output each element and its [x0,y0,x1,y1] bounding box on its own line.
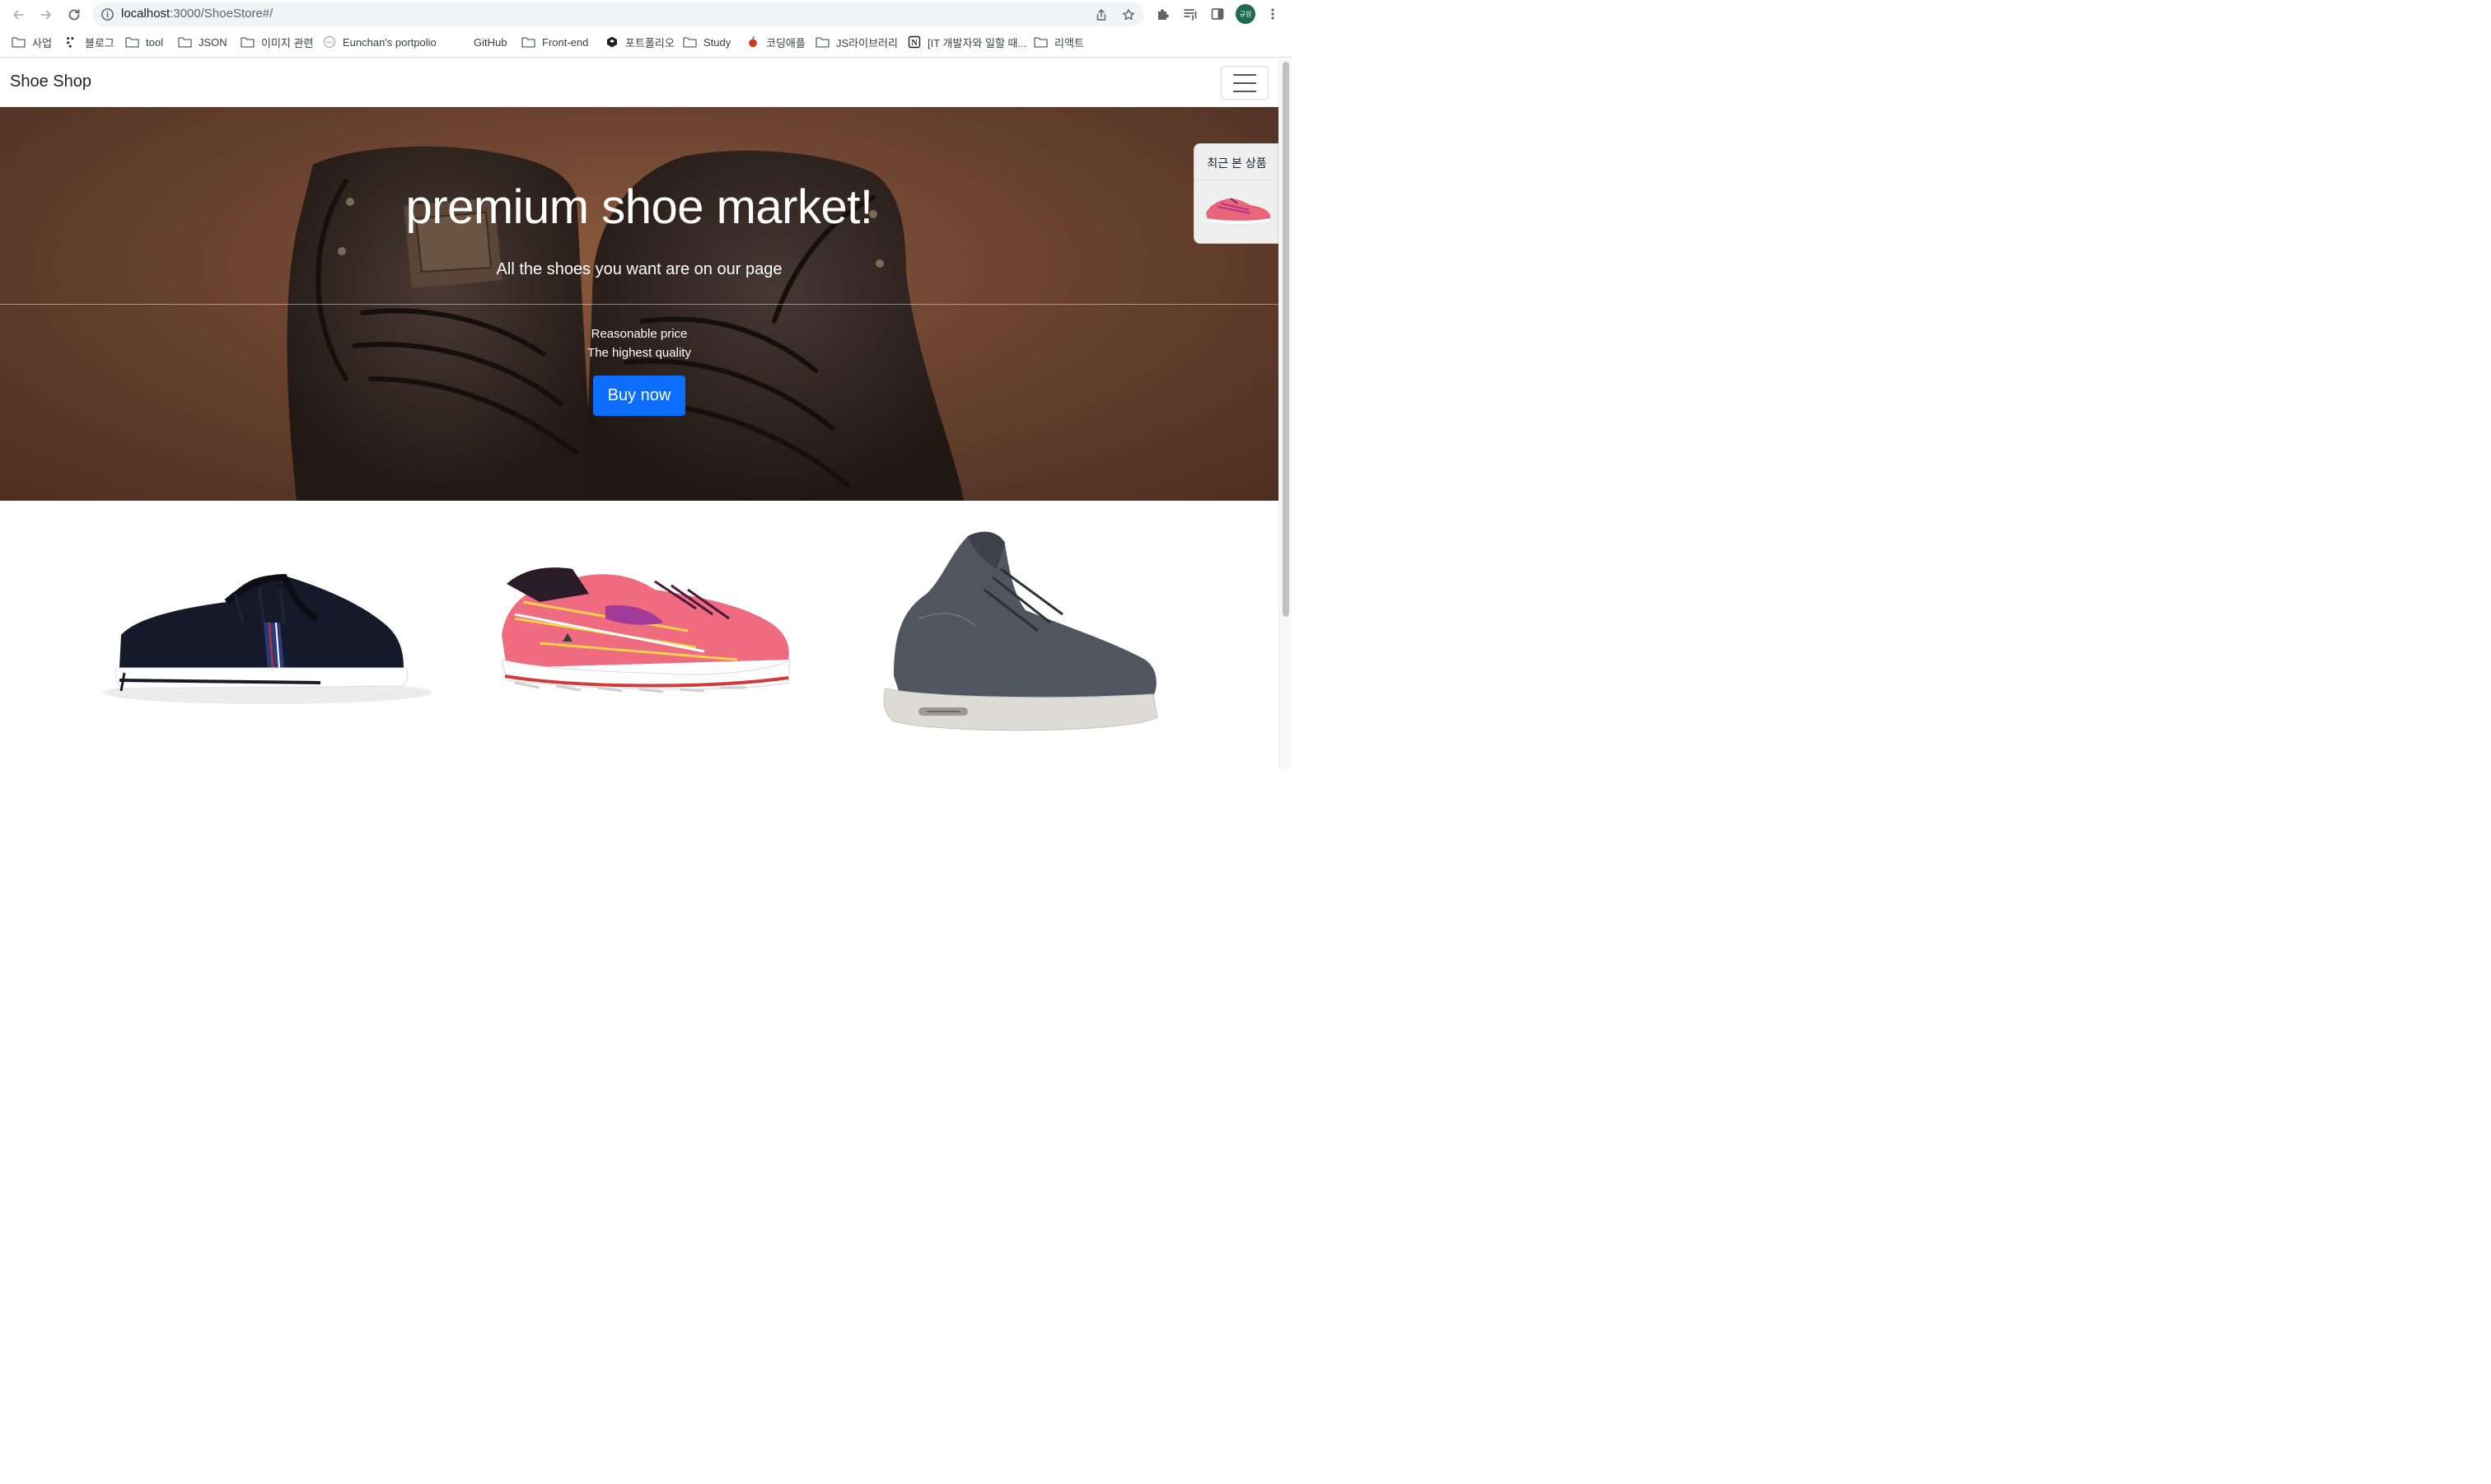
product-card-1[interactable] [86,544,445,726]
apple-icon [745,35,759,49]
side-panel-icon[interactable] [1210,7,1225,21]
bookmark-label: 리액트 [1054,36,1084,49]
bookmark-jslib[interactable]: JS라이브러리 [816,34,898,50]
bookmark-notion[interactable]: N [IT 개발자와 일할 때... [907,34,1026,50]
bookmark-blog[interactable]: 블로그 [64,34,115,50]
bookmark-github[interactable]: GitHub [453,34,507,50]
hero-tagline-quality: The highest quality [587,346,691,360]
recently-viewed-title: 최근 본 상품 [1207,156,1267,170]
hero-subtitle: All the shoes you want are on our page [496,260,783,278]
bookmark-label: 블로그 [85,36,115,49]
product-card-2[interactable] [490,536,795,730]
extensions-icon[interactable] [1156,7,1171,21]
bookmark-label: [IT 개발자와 일할 때... [928,36,1027,49]
folder-icon [12,37,26,48]
product-image-pink-runner [501,567,791,693]
reload-button[interactable] [64,5,84,25]
bookmark-label: 이미지 관련 [261,36,314,49]
folder-icon [178,37,192,48]
profile-avatar[interactable]: 규원 [1236,4,1255,24]
browser-chrome: localhost:3000/ShoeStore#/ 규원 사업 블로그 too… [0,0,1292,58]
bookmark-label: tool [146,35,163,49]
reading-list-icon[interactable] [1183,7,1198,21]
bookmark-label: 코딩애플 [766,36,806,49]
bookmark-react[interactable]: 리액트 [1034,34,1084,50]
site-icon: YEC [322,35,336,49]
back-button[interactable] [8,5,28,25]
dots-icon [64,35,78,49]
svg-text:N: N [911,39,918,48]
hamburger-icon-bar [1233,90,1256,92]
bookmarks-bar: 사업 블로그 tool JSON 이미지 관련 YEC Eunchan's po… [0,31,1292,53]
arrow-left-icon [13,10,24,20]
github-icon [453,35,467,49]
url-text: localhost:3000/ShoeStore#/ [121,7,273,21]
bookmark-codingapple[interactable]: 코딩애플 [745,34,806,50]
share-icon[interactable] [1095,8,1108,21]
folder-icon [241,37,255,48]
folder-icon [521,37,535,48]
more-vert-icon[interactable] [1265,7,1280,21]
address-bar[interactable]: localhost:3000/ShoeStore#/ [92,2,1144,26]
bookmark-front-end[interactable]: Front-end [521,34,588,50]
folder-icon [816,37,830,48]
bookmark-star-icon[interactable] [1122,8,1135,21]
reload-icon [68,9,80,21]
notion-icon: N [907,35,921,49]
product-image-navy-sneaker [103,573,432,704]
bookmark-label: 포트폴리오 [625,36,675,49]
navbar-toggler-button[interactable] [1221,66,1269,100]
bookmark-portfolio[interactable]: 포트폴리오 [605,34,675,50]
product-list [0,520,1278,769]
hamburger-icon-bar [1233,82,1256,84]
forward-button[interactable] [36,5,56,25]
bookmark-label: Eunchan's portpolio [343,35,437,49]
arrow-right-icon [40,10,51,20]
folder-icon [683,37,697,48]
bookmark-label: 사업 [32,36,52,49]
bookmark-saeop[interactable]: 사업 [12,34,52,50]
bookmark-json[interactable]: JSON [178,34,227,50]
folder-icon [125,37,139,48]
bookmark-portfolio-site[interactable]: YEC Eunchan's portpolio [322,34,437,50]
info-icon[interactable] [100,7,115,21]
navbar: Shoe Shop [0,58,1278,107]
hero-tagline-price: Reasonable price [591,327,688,341]
page-viewport: Shoe Shop premium shoe market! All the s… [0,58,1278,769]
url-host: localhost [121,7,171,21]
bookmark-label: JS라이브러리 [836,36,898,49]
page-scrollbar[interactable] [1278,58,1292,769]
svg-text:YEC: YEC [325,40,334,44]
bookmark-label: Front-end [542,35,589,49]
bookmark-tool[interactable]: tool [125,34,163,50]
codepen-icon [605,35,619,49]
hero-banner: premium shoe market! All the shoes you w… [0,107,1278,501]
hero-divider [0,304,1278,305]
recently-viewed-panel: 최근 본 상품 [1194,143,1278,244]
recent-product-thumbnail[interactable] [1201,185,1274,231]
folder-icon [1034,37,1048,48]
buy-now-button[interactable]: Buy now [593,376,685,416]
bookmark-label: Study [703,35,731,49]
navbar-brand[interactable]: Shoe Shop [10,72,91,91]
scrollbar-thumb[interactable] [1283,62,1289,617]
bookmark-study[interactable]: Study [683,34,731,50]
product-card-3[interactable] [869,520,1161,742]
bookmark-label: JSON [199,35,227,49]
browser-toolbar: localhost:3000/ShoeStore#/ 규원 [0,0,1292,30]
bookmark-label: GitHub [474,35,507,49]
product-image-grey-hightop [883,531,1158,731]
url-path: :3000/ShoeStore#/ [170,7,273,21]
bookmark-images[interactable]: 이미지 관련 [241,34,313,50]
hamburger-icon-bar [1233,73,1256,76]
hero-title: premium shoe market! [405,180,873,234]
